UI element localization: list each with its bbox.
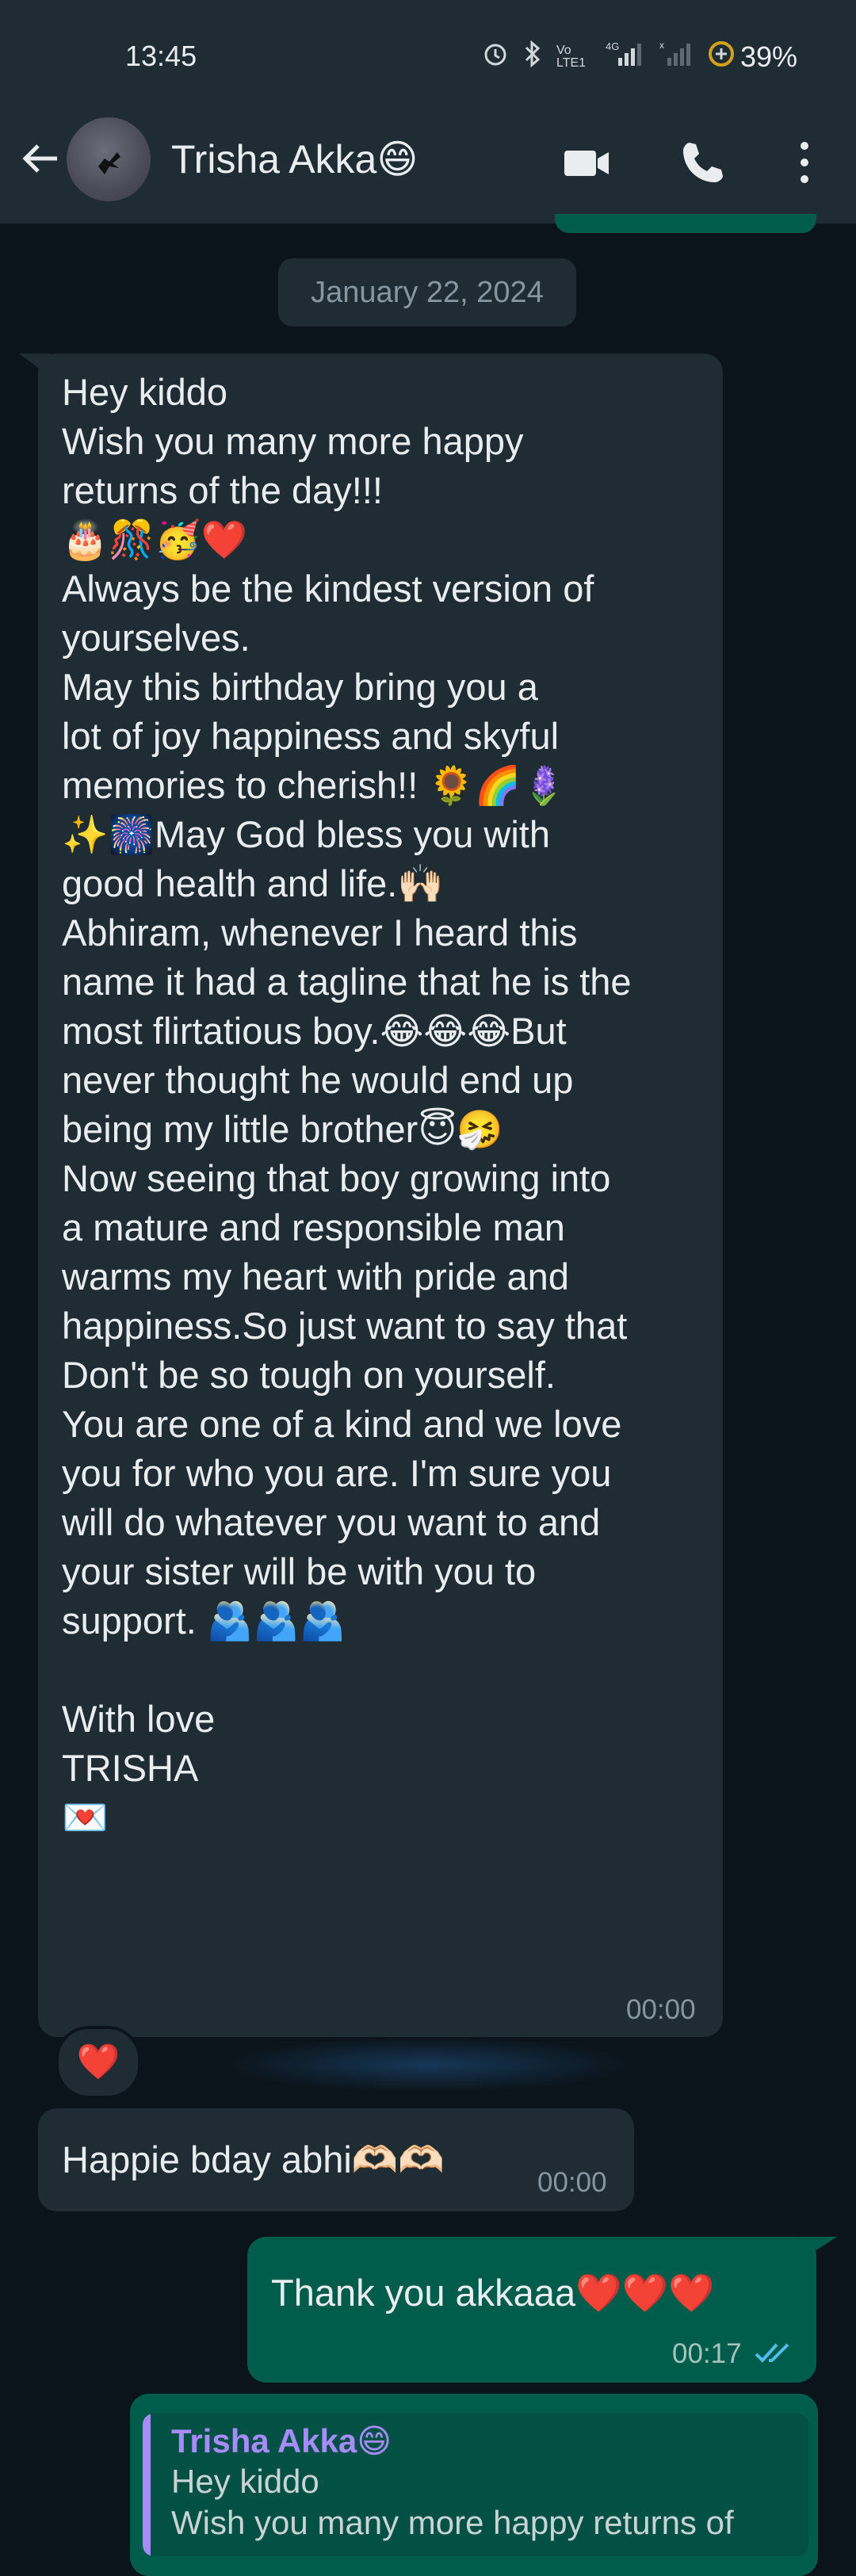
bluetooth-icon [523,40,542,74]
message-line: a mature and responsible man [62,1206,565,1248]
message-time: 00:00 [626,1994,696,2025]
heart-reaction[interactable]: ❤️ [55,2026,141,2099]
message-line: will do whatever you want to and [62,1501,601,1543]
message-line: happiness.So just want to say that [62,1305,628,1347]
message-line: most flirtatious boy.😂😂😂But [62,1010,567,1052]
message-line: ✨🎆May God bless you with [62,813,550,855]
message-line: returns of the day!!! [62,469,383,511]
bubble-tail [19,354,51,377]
message-line: 💌 [62,1796,109,1838]
message-line: May this birthday bring you a [62,666,538,708]
contact-name[interactable]: Trisha Akka😄 [171,136,418,182]
voice-call-icon[interactable] [675,135,731,190]
incoming-message-short[interactable]: Happie bday abhi🫶🏻🫶🏻 00:00 [38,2108,634,2211]
message-line: Always be the kindest version of [62,568,594,610]
message-line: being my little brother😇🤧 [62,1108,503,1150]
message-line: good health and life.🙌🏻 [62,862,444,904]
svg-text:x: x [659,40,664,51]
previous-sent-bubble-edge [555,214,816,233]
message-time: 00:00 [537,2167,607,2198]
avatar[interactable] [67,117,151,201]
message-line: With love [62,1698,216,1740]
message-line: Now seeing that boy growing into [62,1157,611,1199]
message-line [62,1645,712,1695]
wallpaper-decoration [222,2037,634,2093]
message-line: name it had a tagline that he is the [62,961,632,1003]
message-line: Abhiram, whenever I heard this [62,912,578,954]
bubble-tail [801,2237,837,2261]
message-line: yourselves. [62,617,250,659]
message-line: 🎂🎊🥳❤️ [62,518,248,560]
message-line: Hey kiddo [62,371,227,413]
message-body: Hey kiddo Wish you many more happy returns… [62,368,712,1842]
video-call-icon[interactable] [560,135,615,190]
signal-4g-icon: 4G [602,40,644,74]
incoming-message-long[interactable]: Hey kiddo Wish you many more happy returns… [38,354,723,2037]
date-chip: January 22, 2024 [278,258,576,327]
message-time: 00:17 [672,2338,742,2369]
message-text: Happie bday abhi🫶🏻🫶🏻 [62,2138,445,2180]
quoted-message[interactable]: Trisha Akka😄 Hey kiddo Wish you many mor… [143,2414,808,2556]
quoted-line: Hey kiddo [171,2463,319,2500]
status-bar: 13:45 Vo LTE1 4G x 39% [0,0,856,111]
status-icons: Vo LTE1 4G x 39% [482,40,797,75]
double-check-read-icon [755,2340,796,2369]
status-time: 13:45 [125,40,197,72]
signal-icon: x [658,40,693,74]
message-line: warms my heart with pride and [62,1256,569,1298]
more-options-icon[interactable] [777,135,832,190]
battery-saver-icon [707,40,736,75]
message-line: memories to cherish!! 🌻🌈🪻 [62,764,567,806]
battery-percent: 39% [740,40,798,73]
quoted-line: Wish you many more happy returns of [171,2504,734,2541]
quoted-author: Trisha Akka😄 [171,2422,392,2459]
message-line: support. 🫂🫂🫂 [62,1599,346,1642]
message-text: Thank you akkaaa❤️❤️❤️ [271,2272,715,2314]
alarm-icon [482,40,509,74]
message-line: your sister will be with you to [62,1550,537,1592]
message-line: You are one of a kind and we love [62,1403,622,1445]
message-line: Don't be so tough on yourself. [62,1354,556,1396]
message-line: TRISHA [62,1747,199,1789]
message-line: you for who you are. I'm sure you [62,1452,612,1494]
svg-text:4G: 4G [606,40,619,52]
back-arrow-icon[interactable] [17,135,65,182]
outgoing-message[interactable]: Thank you akkaaa❤️❤️❤️ 00:17 [247,2237,816,2383]
message-line: Wish you many more happy [62,420,524,462]
volte-icon: Vo LTE1 [556,44,587,70]
message-line: lot of joy happiness and skyful [62,715,560,757]
quote-accent-bar [143,2414,151,2556]
message-line: never thought he would end up [62,1059,574,1101]
chat-header: Trisha Akka😄 [0,111,856,224]
